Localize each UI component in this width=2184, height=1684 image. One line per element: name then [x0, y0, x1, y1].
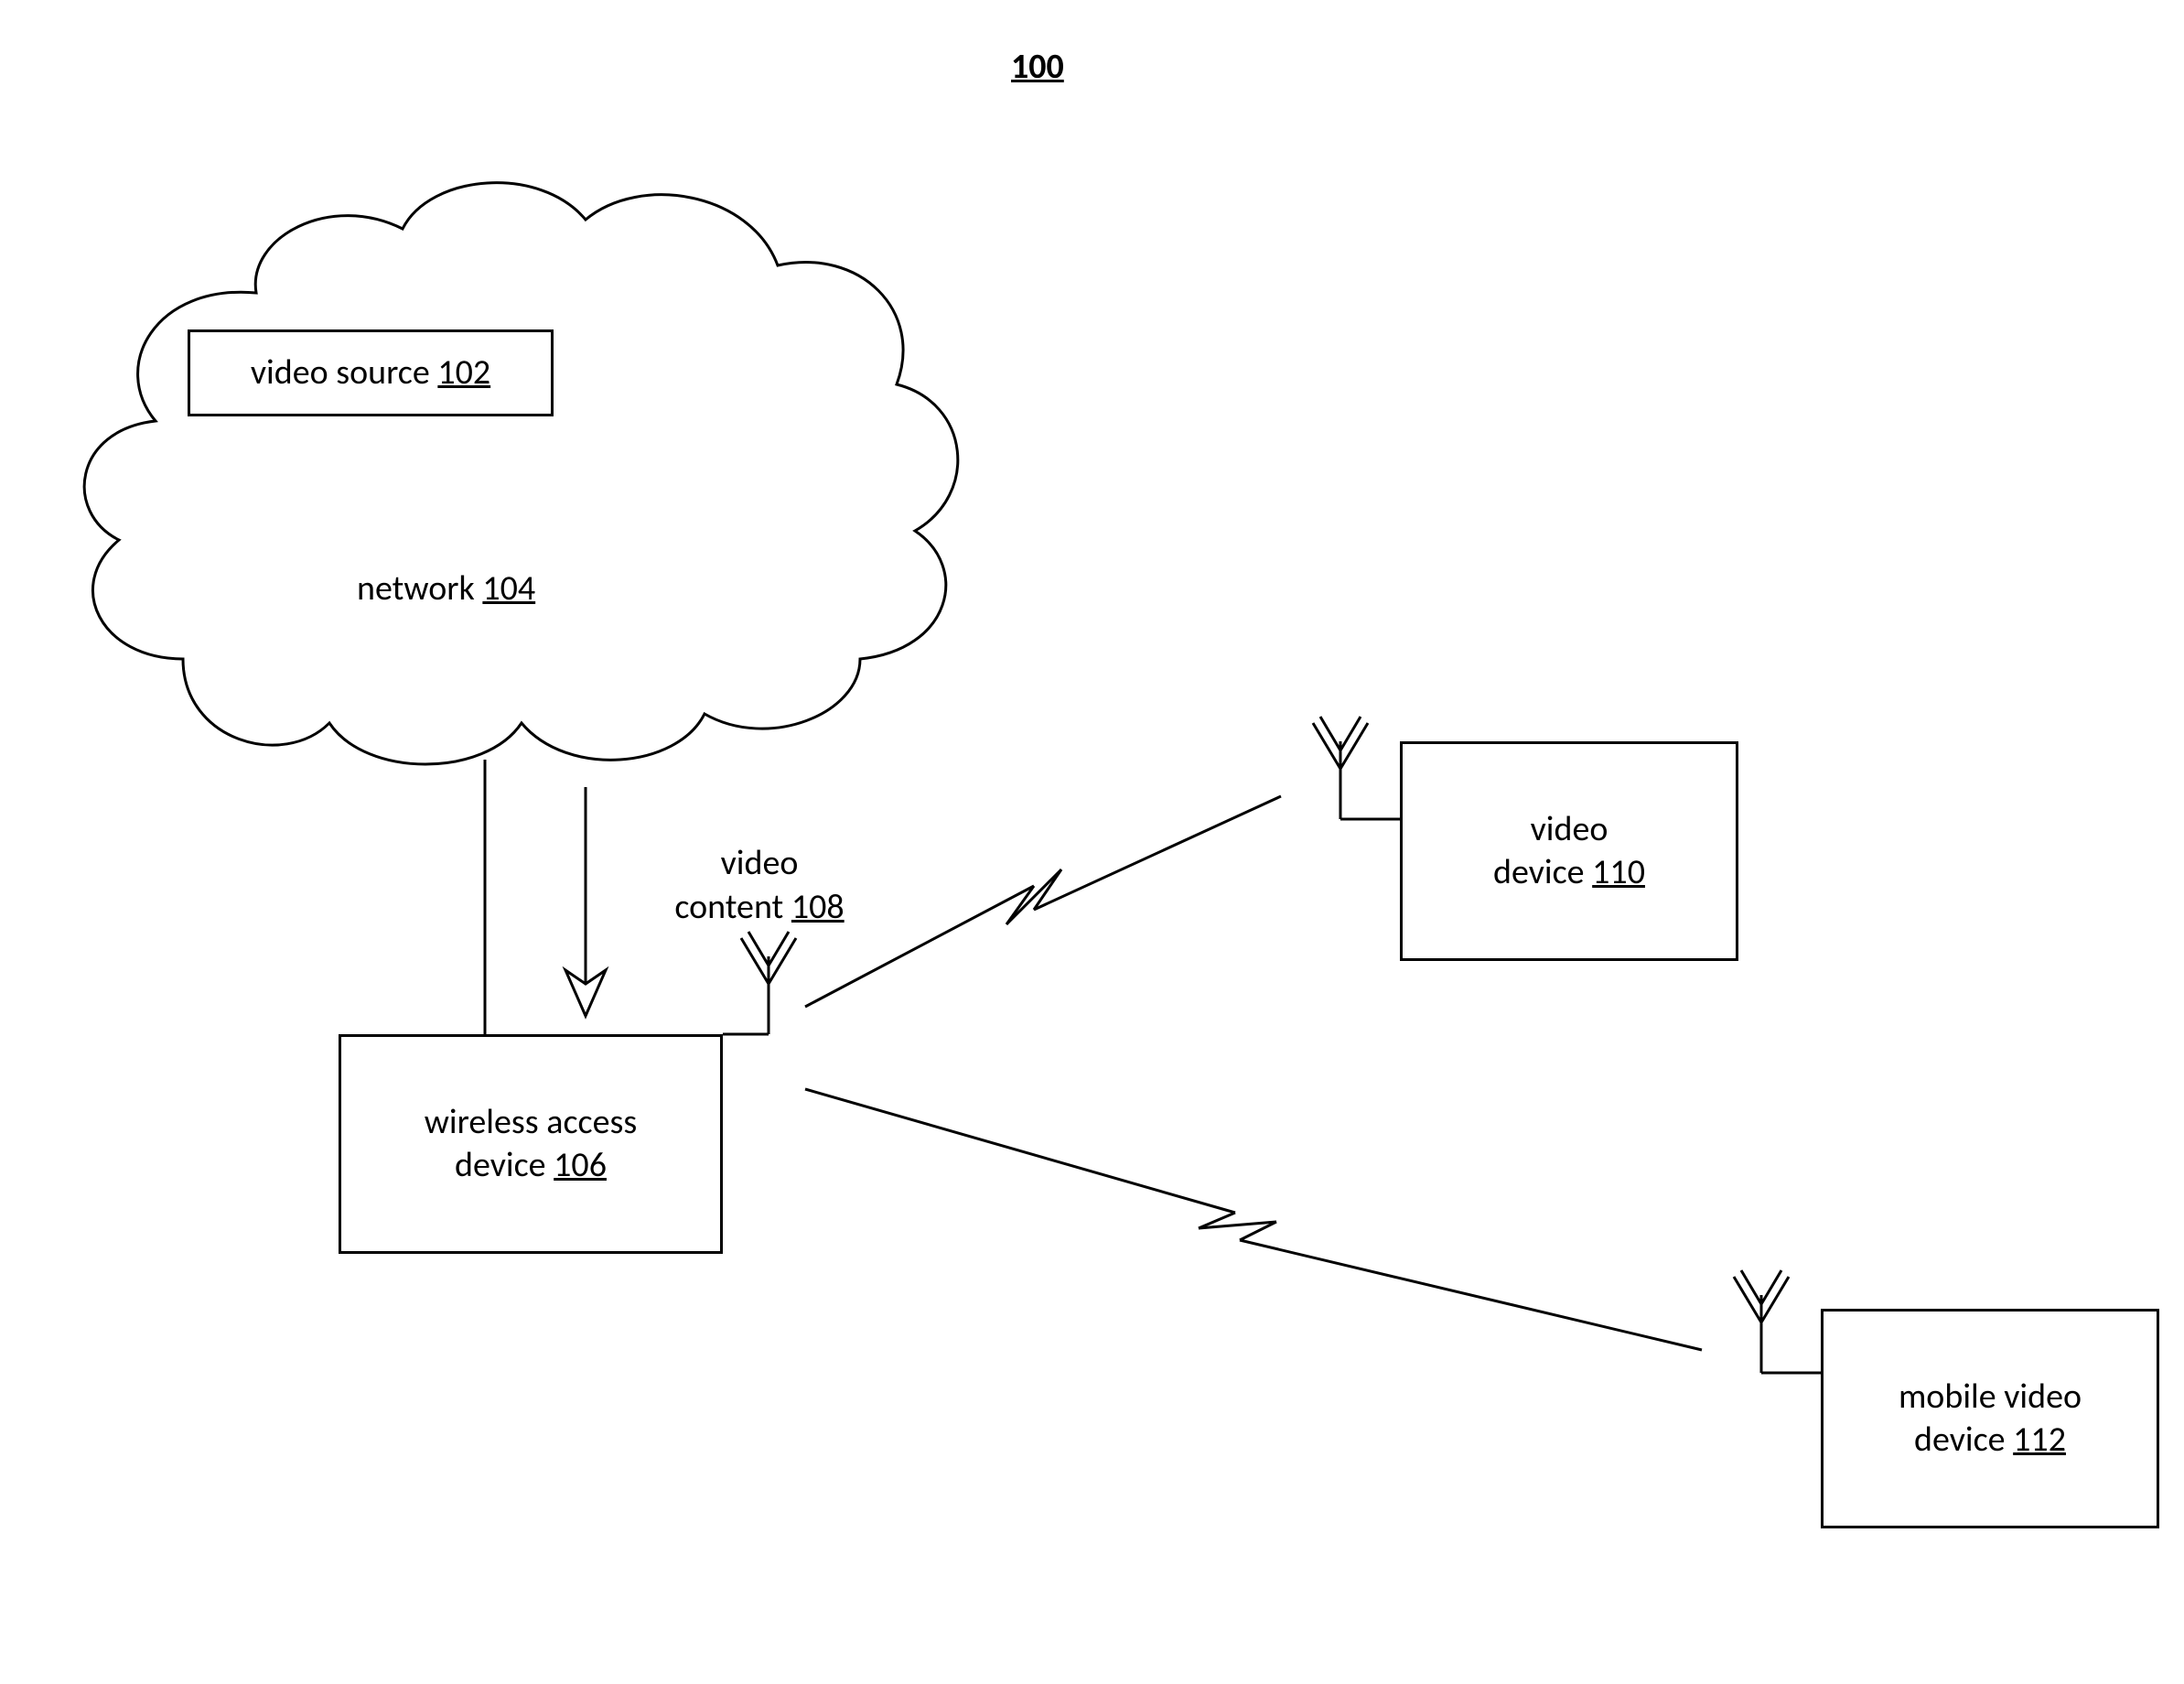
video-content-line1: video: [721, 842, 799, 884]
mvd-ref: 112: [2013, 1419, 2066, 1461]
wireless-link-to-mobile-device: [805, 1089, 1702, 1350]
video-content-line2-prefix: content: [674, 886, 791, 928]
wad-line1: wireless access: [425, 1101, 637, 1143]
mobile-video-device-box: mobile video device 112: [1821, 1309, 2159, 1528]
cloud-icon: [84, 183, 958, 764]
mvd-line2-prefix: device: [1914, 1419, 2013, 1461]
wad-ref: 106: [554, 1144, 607, 1186]
video-content-ref: 108: [791, 886, 845, 928]
antenna-wad-icon: [723, 932, 796, 1034]
mobile-video-device-label: mobile video device 112: [1899, 1376, 2082, 1463]
video-device-line2-prefix: device: [1493, 851, 1592, 893]
network-ref: 104: [482, 567, 535, 610]
video-device-line1: video: [1531, 808, 1608, 850]
video-device-ref: 110: [1592, 851, 1645, 893]
video-device-label: video device 110: [1493, 808, 1645, 895]
antenna-mobile-device-icon: [1734, 1270, 1821, 1373]
video-content-label: video content 108: [640, 842, 878, 929]
video-device-box: video device 110: [1400, 741, 1738, 961]
video-source-box: video source 102: [188, 329, 554, 416]
video-source-ref: 102: [437, 351, 490, 394]
wad-line2-prefix: device: [455, 1144, 554, 1186]
mvd-line1: mobile video: [1899, 1376, 2082, 1418]
wad-label: wireless access device 106: [425, 1101, 637, 1188]
figure-number-text: 100: [1011, 46, 1064, 88]
network-label: network 104: [357, 567, 535, 610]
diagram-canvas: 100: [0, 0, 2184, 1684]
arrowhead-video-content: [565, 970, 606, 1016]
wireless-access-device-box: wireless access device 106: [339, 1034, 723, 1254]
antenna-video-device-icon: [1313, 717, 1400, 819]
figure-number: 100: [1011, 46, 1064, 88]
video-source-label-prefix: video source: [251, 351, 438, 394]
network-label-prefix: network: [357, 567, 482, 610]
video-source-label: video source 102: [251, 351, 490, 395]
